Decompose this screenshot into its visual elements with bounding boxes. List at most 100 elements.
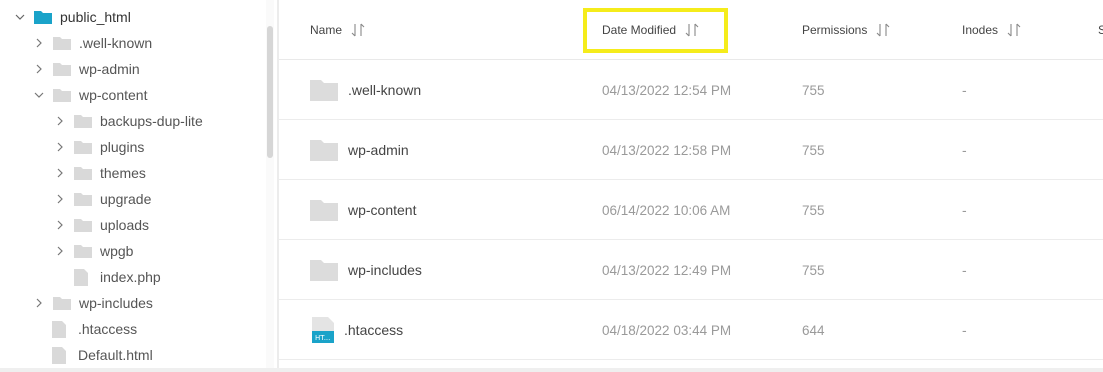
chevron-right-icon[interactable] xyxy=(54,193,66,205)
file-icon xyxy=(52,346,66,364)
sort-icon[interactable] xyxy=(350,22,366,38)
tree-item-default-html[interactable]: Default.html xyxy=(52,342,153,368)
tree-item-themes[interactable]: themes xyxy=(54,160,146,186)
permissions-cell: 755 xyxy=(802,82,825,98)
table-row[interactable]: HT... .htaccess 04/18/2022 03:44 PM 644 … xyxy=(279,300,1103,360)
date-modified-cell: 04/13/2022 12:49 PM xyxy=(602,262,732,278)
table-row[interactable]: wp-includes 04/13/2022 12:49 PM 755 - xyxy=(279,240,1103,300)
tree-scrollbar-thumb[interactable] xyxy=(267,26,273,158)
folder-icon xyxy=(74,218,92,232)
chevron-right-icon[interactable] xyxy=(54,245,66,257)
column-header-name[interactable]: Name xyxy=(310,0,366,60)
tree-item-label: wp-content xyxy=(79,87,148,103)
folder-icon xyxy=(74,114,92,128)
tree-item-uploads[interactable]: uploads xyxy=(54,212,149,238)
chevron-down-icon[interactable] xyxy=(33,89,45,101)
folder-icon xyxy=(310,259,338,281)
tree-item-label: .htaccess xyxy=(78,321,138,337)
tree-item-wpgb[interactable]: wpgb xyxy=(54,238,133,264)
date-modified-cell: 06/14/2022 10:06 AM xyxy=(602,202,731,218)
folder-icon xyxy=(53,88,71,102)
folder-icon xyxy=(34,10,52,24)
permissions-cell: 755 xyxy=(802,142,825,158)
inodes-cell: - xyxy=(962,202,967,218)
permissions-cell: 644 xyxy=(802,322,825,338)
folder-icon xyxy=(310,79,338,101)
sort-icon[interactable] xyxy=(875,22,891,38)
tree-item-label: public_html xyxy=(60,9,131,25)
folder-icon xyxy=(53,296,71,310)
column-header-label: Inodes xyxy=(962,23,999,37)
column-header-label: S xyxy=(1098,23,1103,37)
date-modified-cell: 04/13/2022 12:54 PM xyxy=(602,82,732,98)
bottom-border xyxy=(0,368,1103,372)
chevron-right-icon[interactable] xyxy=(54,115,66,127)
tree-item-label: Default.html xyxy=(78,347,153,363)
file-name-cell[interactable]: wp-includes xyxy=(310,240,422,300)
tree-item-wp-includes[interactable]: wp-includes xyxy=(33,290,153,316)
chevron-right-icon[interactable] xyxy=(33,37,45,49)
column-header-label: Name xyxy=(310,23,343,37)
chevron-right-icon[interactable] xyxy=(33,297,45,309)
table-row[interactable]: .well-known 04/13/2022 12:54 PM 755 - xyxy=(279,60,1103,120)
column-header-permissions[interactable]: Permissions xyxy=(802,0,891,60)
svg-text:HT...: HT... xyxy=(315,334,330,342)
table-header: Name Date Modified Permissions Inodes S xyxy=(279,0,1103,60)
tree-item-index-php[interactable]: index.php xyxy=(74,264,161,290)
file-name-cell[interactable]: .well-known xyxy=(310,60,421,120)
table-row[interactable]: wp-content 06/14/2022 10:06 AM 755 - xyxy=(279,180,1103,240)
chevron-right-icon[interactable] xyxy=(54,219,66,231)
tree-item-label: index.php xyxy=(100,269,161,285)
inodes-cell: - xyxy=(962,322,967,338)
folder-tree: public_html .well-known wp-admin wp-cont… xyxy=(0,0,268,368)
tree-item-upgrade[interactable]: upgrade xyxy=(54,186,151,212)
folder-icon xyxy=(53,62,71,76)
file-name-cell[interactable]: HT... .htaccess xyxy=(312,300,403,360)
tree-item-label: themes xyxy=(100,165,146,181)
file-name: .well-known xyxy=(348,82,422,98)
chevron-down-icon[interactable] xyxy=(14,11,26,23)
permissions-cell: 755 xyxy=(802,262,825,278)
chevron-right-icon[interactable] xyxy=(33,63,45,75)
sort-icon[interactable] xyxy=(1006,22,1022,38)
folder-icon xyxy=(53,36,71,50)
table-row[interactable]: wp-admin 04/13/2022 12:58 PM 755 - xyxy=(279,120,1103,180)
column-header-inodes[interactable]: Inodes xyxy=(962,0,1022,60)
inodes-cell: - xyxy=(962,262,967,278)
tree-item-plugins[interactable]: plugins xyxy=(54,134,144,160)
date-modified-cell: 04/13/2022 12:58 PM xyxy=(602,142,732,158)
file-name: wp-admin xyxy=(348,142,409,158)
tree-item-label: plugins xyxy=(100,139,145,155)
tree-item-public-html[interactable]: public_html xyxy=(14,4,131,30)
tree-item-backups-dup-lite[interactable]: backups-dup-lite xyxy=(54,108,203,134)
tree-item-label: backups-dup-lite xyxy=(100,113,203,129)
file-name: .htaccess xyxy=(344,322,404,338)
tree-item-wp-admin[interactable]: wp-admin xyxy=(33,56,140,82)
folder-icon xyxy=(74,192,92,206)
file-name-cell[interactable]: wp-admin xyxy=(310,120,409,180)
chevron-right-icon[interactable] xyxy=(54,141,66,153)
htaccess-file-icon: HT... xyxy=(312,317,334,343)
tree-item-well-known[interactable]: .well-known xyxy=(33,30,152,56)
folder-icon xyxy=(310,139,338,161)
tree-item-label: wpgb xyxy=(100,243,134,259)
file-icon xyxy=(52,320,66,338)
folder-icon xyxy=(310,199,338,221)
date-modified-highlight xyxy=(583,8,728,53)
chevron-right-icon[interactable] xyxy=(54,167,66,179)
column-header-size[interactable]: S xyxy=(1098,0,1103,60)
date-modified-cell: 04/18/2022 03:44 PM xyxy=(602,322,732,338)
folder-icon xyxy=(74,244,92,258)
folder-icon xyxy=(74,140,92,154)
file-name-cell[interactable]: wp-content xyxy=(310,180,416,240)
folder-icon xyxy=(74,166,92,180)
tree-item-label: .well-known xyxy=(79,35,153,51)
tree-item-label: upgrade xyxy=(100,191,152,207)
tree-item-label: wp-includes xyxy=(79,295,153,311)
tree-item-wp-content[interactable]: wp-content xyxy=(33,82,147,108)
file-icon xyxy=(74,268,88,286)
inodes-cell: - xyxy=(962,82,967,98)
tree-item-htaccess[interactable]: .htaccess xyxy=(52,316,137,342)
file-table: Name Date Modified Permissions Inodes S … xyxy=(279,0,1103,368)
column-header-label: Permissions xyxy=(802,23,868,37)
